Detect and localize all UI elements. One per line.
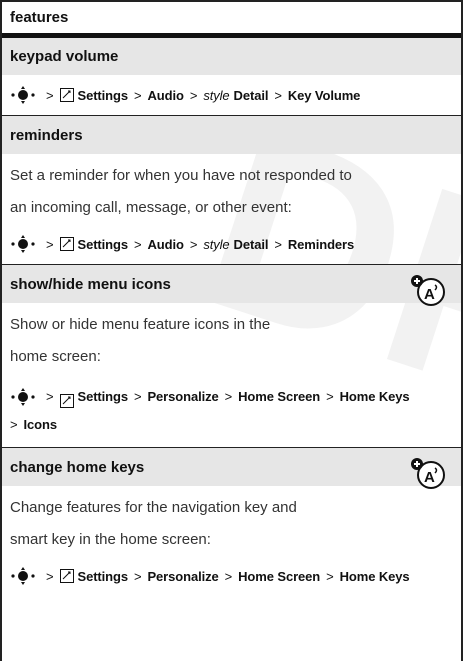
path-item-italic: style: [203, 87, 230, 103]
settings-icon: [59, 237, 74, 251]
nav-key-icon: [10, 566, 36, 586]
description-line: Show or hide menu feature icons in the: [10, 316, 271, 333]
section-title-show-hide-menu-icons: show/hide menu icons A: [2, 265, 461, 306]
path-item: Home Screen: [238, 389, 321, 404]
menu-path-show-hide-menu-icons: > Settings > Personalize > Home Screen >…: [10, 373, 451, 447]
svg-text:A: A: [424, 286, 435, 303]
section-title-keypad-volume: keypad volume: [2, 38, 461, 75]
table-header: features: [2, 0, 461, 38]
nav-key-icon: [10, 85, 36, 105]
settings-icon: [59, 569, 74, 583]
path-item: Icons: [23, 417, 58, 432]
section-title-reminders: reminders: [2, 116, 461, 154]
path-item-italic: style: [203, 236, 230, 252]
description-line: Change features for the navigation key a…: [10, 499, 297, 516]
description-line: home screen:: [10, 348, 101, 365]
path-item: Audio: [147, 236, 184, 252]
path-item: Home Screen: [238, 568, 321, 584]
menu-path-keypad-volume: > Settings > Audio > style Detail > Key …: [10, 75, 451, 115]
menu-path-reminders: > Settings > Audio > style Detail > Remi…: [10, 224, 451, 264]
description-line: Set a reminder for when you have not res…: [10, 167, 352, 184]
path-item: Settings: [77, 568, 129, 584]
svg-text:A: A: [424, 469, 435, 486]
description-line: smart key in the home screen:: [10, 531, 211, 548]
section-title-change-home-keys: change home keys A: [2, 448, 461, 489]
path-item: Personalize: [147, 568, 219, 584]
path-item: Personalize: [147, 389, 219, 404]
path-item: Home Keys: [339, 389, 410, 404]
path-item: Home Keys: [339, 568, 410, 584]
path-item: Key Volume: [287, 87, 361, 103]
features-table: features keypad volume > Settings > Audi…: [0, 0, 463, 661]
path-item: Reminders: [287, 236, 355, 252]
path-item: Detail: [233, 236, 269, 252]
path-item: Detail: [233, 87, 269, 103]
menu-path-change-home-keys: > Settings > Personalize > Home Screen >…: [10, 556, 451, 596]
path-item: Settings: [77, 236, 129, 252]
path-item: Settings: [77, 389, 129, 404]
network-feature-icon: A: [409, 456, 449, 490]
settings-icon: [59, 88, 74, 102]
network-feature-icon: A: [409, 273, 449, 307]
nav-key-icon: [10, 387, 36, 407]
description-line: an incoming call, message, or other even…: [10, 199, 292, 216]
path-item: Settings: [77, 87, 129, 103]
nav-key-icon: [10, 234, 36, 254]
path-item: Audio: [147, 87, 184, 103]
settings-icon: [59, 390, 74, 408]
